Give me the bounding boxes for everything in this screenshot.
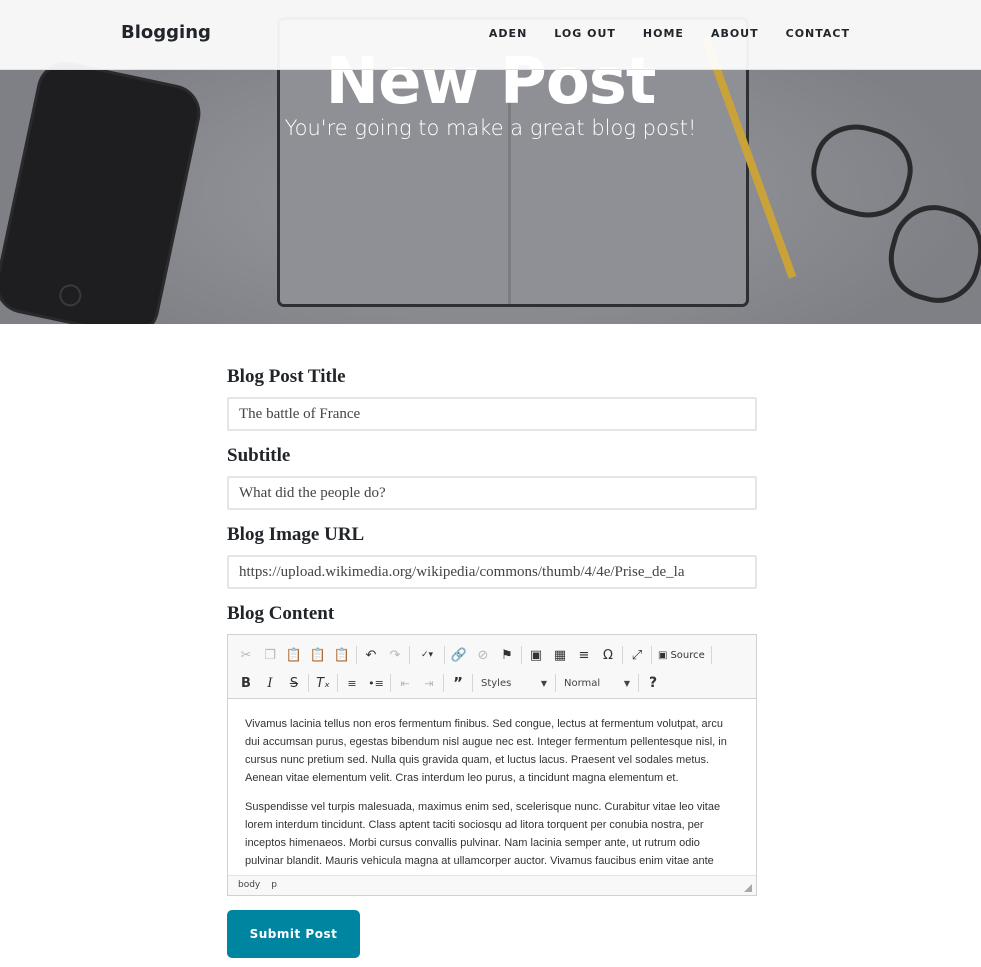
toolbar-separator	[622, 646, 623, 664]
strikethrough-button[interactable]: S	[282, 672, 306, 694]
subtitle-label: Subtitle	[227, 445, 291, 466]
toolbar-separator	[638, 674, 639, 692]
chevron-down-icon: ▼	[623, 678, 630, 688]
maximize-icon[interactable]: ⤢	[625, 644, 649, 666]
path-p[interactable]: p	[271, 876, 277, 895]
image-url-input[interactable]: https://upload.wikimedia.org/wikipedia/c…	[227, 555, 757, 589]
toolbar-separator	[390, 674, 391, 692]
nav-links: ADEN LOG OUT HOME ABOUT CONTACT	[462, 27, 850, 40]
navbar-brand[interactable]: Blogging	[121, 22, 211, 43]
path-body[interactable]: body	[238, 876, 260, 895]
format-label: Normal	[564, 677, 601, 689]
toolbar-separator	[521, 646, 522, 664]
subtitle-group: Subtitle What did the people do?	[227, 445, 757, 510]
toolbar-separator	[337, 674, 338, 692]
editor-element-path: body p	[228, 875, 756, 895]
rich-text-editor: ✂ ❐ 📋 📋 📋 ↶ ↷ ✓▾ 🔗 ⊘ ⚑ ▣ ▦ ≡ Ω ⤢ ▣ Sourc…	[227, 634, 757, 896]
toolbar-separator	[472, 674, 473, 692]
source-icon: ▣	[658, 649, 668, 661]
styles-dropdown[interactable]: Styles ▼	[475, 672, 553, 694]
remove-format-icon[interactable]: Tₓ	[311, 672, 335, 694]
link-icon[interactable]: 🔗	[447, 644, 471, 666]
content-group: Blog Content ✂ ❐ 📋 📋 📋 ↶ ↷ ✓▾ 🔗 ⊘ ⚑ ▣ ▦ …	[227, 603, 757, 896]
paste-word-icon[interactable]: 📋	[330, 644, 354, 666]
toolbar-separator	[444, 646, 445, 664]
editor-paragraph: Suspendisse vel turpis malesuada, maximu…	[245, 801, 721, 867]
italic-button[interactable]: I	[258, 672, 282, 694]
source-button[interactable]: ▣ Source	[654, 650, 709, 661]
toolbar-row-2: B I S Tₓ ≡ •≡ ⇤ ⇥ ” Styles ▼ Normal ▼ ?	[234, 669, 750, 697]
bulleted-list-icon[interactable]: •≡	[364, 672, 388, 694]
nav-link-contact[interactable]: CONTACT	[786, 27, 850, 40]
table-icon[interactable]: ▦	[548, 644, 572, 666]
toolbar-separator	[409, 646, 410, 664]
blockquote-icon[interactable]: ”	[446, 672, 470, 694]
nav-link-home[interactable]: HOME	[643, 27, 684, 40]
new-post-form: Blog Post Title The battle of France Sub…	[227, 366, 757, 958]
paste-text-icon[interactable]: 📋	[306, 644, 330, 666]
bold-button[interactable]: B	[234, 672, 258, 694]
resize-handle[interactable]	[744, 884, 752, 892]
submit-post-button[interactable]: Submit Post	[227, 910, 360, 958]
content-label: Blog Content	[227, 603, 335, 624]
toolbar-separator	[443, 674, 444, 692]
unlink-icon[interactable]: ⊘	[471, 644, 495, 666]
outdent-icon[interactable]: ⇤	[393, 672, 417, 694]
special-char-icon[interactable]: Ω	[596, 644, 620, 666]
cut-icon[interactable]: ✂	[234, 644, 258, 666]
chevron-down-icon: ▼	[540, 678, 547, 688]
format-dropdown[interactable]: Normal ▼	[558, 672, 636, 694]
nav-link-logout[interactable]: LOG OUT	[554, 27, 616, 40]
page-subheading: You're going to make a great blog post!	[284, 116, 697, 140]
undo-icon[interactable]: ↶	[359, 644, 383, 666]
title-group: Blog Post Title The battle of France	[227, 366, 757, 431]
numbered-list-icon[interactable]: ≡	[340, 672, 364, 694]
title-input[interactable]: The battle of France	[227, 397, 757, 431]
styles-label: Styles	[481, 677, 512, 689]
editor-toolbar: ✂ ❐ 📋 📋 📋 ↶ ↷ ✓▾ 🔗 ⊘ ⚑ ▣ ▦ ≡ Ω ⤢ ▣ Sourc…	[228, 635, 756, 699]
spellcheck-icon[interactable]: ✓▾	[412, 644, 442, 666]
anchor-icon[interactable]: ⚑	[495, 644, 519, 666]
image-url-group: Blog Image URL https://upload.wikimedia.…	[227, 524, 757, 589]
help-button[interactable]: ?	[641, 672, 665, 694]
redo-icon[interactable]: ↷	[383, 644, 407, 666]
toolbar-separator	[651, 646, 652, 664]
image-url-label: Blog Image URL	[227, 524, 365, 545]
image-icon[interactable]: ▣	[524, 644, 548, 666]
toolbar-separator	[555, 674, 556, 692]
subtitle-input[interactable]: What did the people do?	[227, 476, 757, 510]
toolbar-row-1: ✂ ❐ 📋 📋 📋 ↶ ↷ ✓▾ 🔗 ⊘ ⚑ ▣ ▦ ≡ Ω ⤢ ▣ Sourc…	[234, 641, 750, 669]
horizontal-rule-icon[interactable]: ≡	[572, 644, 596, 666]
toolbar-separator	[308, 674, 309, 692]
toolbar-separator	[710, 646, 712, 664]
nav-link-user[interactable]: ADEN	[489, 27, 527, 40]
title-label: Blog Post Title	[227, 366, 346, 387]
copy-icon[interactable]: ❐	[258, 644, 282, 666]
paste-icon[interactable]: 📋	[282, 644, 306, 666]
indent-icon[interactable]: ⇥	[417, 672, 441, 694]
source-label: Source	[670, 649, 705, 661]
editor-paragraph: Vivamus lacinia tellus non eros fermentu…	[245, 718, 727, 784]
toolbar-separator	[356, 646, 357, 664]
editor-content-area[interactable]: Vivamus lacinia tellus non eros fermentu…	[228, 699, 756, 875]
navbar: Blogging ADEN LOG OUT HOME ABOUT CONTACT	[0, 0, 981, 70]
nav-link-about[interactable]: ABOUT	[711, 27, 759, 40]
